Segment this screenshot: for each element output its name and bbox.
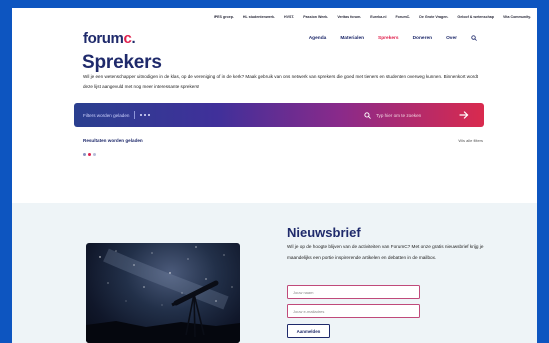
clear-filters-link[interactable]: Wis alle filters	[458, 138, 483, 143]
forumc-logo[interactable]: forumc.	[83, 30, 136, 47]
email-field[interactable]	[287, 304, 420, 318]
loading-dots-icon	[140, 113, 150, 117]
partner-links-bar: IPES groep. HL studentenwerk. HVST. Pass…	[12, 8, 537, 26]
search-input[interactable]	[376, 112, 446, 118]
results-loading-label: Resultaten worden geladen	[83, 138, 143, 143]
filters-loading-label[interactable]: Filters worden geladen	[83, 113, 129, 118]
telescope-image	[86, 243, 240, 343]
search-icon	[364, 111, 371, 119]
nav-item-materialen[interactable]: Materialen	[340, 36, 364, 41]
name-field[interactable]	[287, 285, 420, 299]
filter-search-bar: Filters worden geladen	[74, 103, 484, 127]
divider	[134, 111, 136, 119]
nav-item-sprekers[interactable]: Sprekers	[378, 36, 399, 41]
page-title: Sprekers	[82, 52, 162, 73]
partner-link[interactable]: Vita Community.	[503, 15, 531, 19]
main-nav: Agenda Materialen Sprekers Doneren Over	[309, 35, 477, 41]
partner-link[interactable]: Eureka.nl	[370, 15, 386, 19]
partner-link[interactable]: HL studentenwerk.	[243, 15, 275, 19]
partner-link[interactable]: ForumC.	[395, 15, 410, 19]
nav-item-doneren[interactable]: Doneren	[413, 36, 432, 41]
partner-link[interactable]: Passion Week.	[303, 15, 328, 19]
newsletter-description: Wil je op de hoogte blijven van de activ…	[287, 244, 484, 260]
loading-spinner-icon	[83, 153, 96, 156]
search-field	[360, 103, 452, 127]
site-header: forumc. Agenda Materialen Sprekers Doner…	[83, 29, 477, 47]
partner-link[interactable]: Veritas forum.	[337, 15, 361, 19]
partner-link[interactable]: HVST.	[284, 15, 294, 19]
page-intro: Wil je een wetenschapper uitnodigen in d…	[83, 74, 479, 89]
partner-link[interactable]: De Grote Vragen.	[419, 15, 448, 19]
search-submit-button[interactable]	[452, 103, 476, 127]
website-page: IPES groep. HL studentenwerk. HVST. Pass…	[12, 8, 537, 343]
partner-link[interactable]: IPES groep.	[214, 15, 234, 19]
arrow-right-icon	[459, 111, 469, 119]
nav-item-over[interactable]: Over	[446, 36, 457, 41]
results-header: Resultaten worden geladen Wis alle filte…	[83, 138, 483, 143]
nav-item-agenda[interactable]: Agenda	[309, 36, 327, 41]
search-icon[interactable]	[471, 35, 477, 41]
night-sky-telescope-icon	[86, 246, 240, 343]
partner-link[interactable]: Geloof & wetenschap	[457, 15, 494, 19]
newsletter-title: Nieuwsbrief	[287, 225, 361, 240]
subscribe-button[interactable]: Aanmelden	[287, 324, 330, 338]
